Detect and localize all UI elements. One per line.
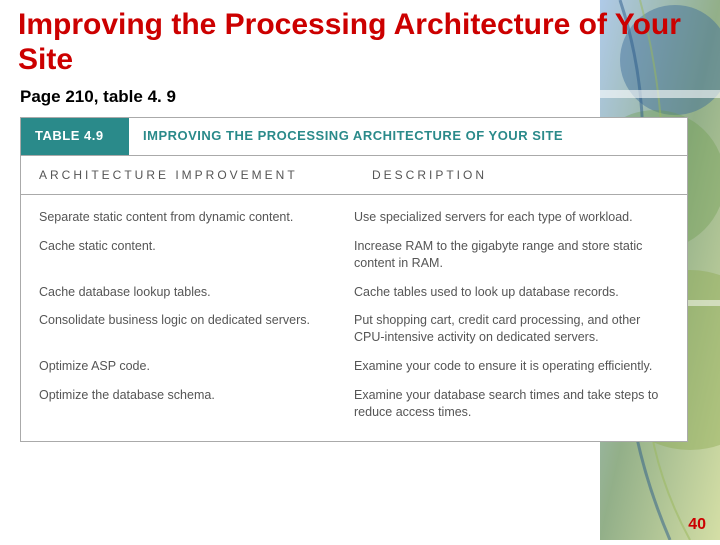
- cell-description: Examine your database search times and t…: [354, 387, 669, 421]
- table-row: Cache database lookup tables. Cache tabl…: [21, 278, 687, 307]
- cell-description: Cache tables used to look up database re…: [354, 284, 669, 301]
- table-row: Cache static content. Increase RAM to th…: [21, 232, 687, 278]
- table-row: Consolidate business logic on dedicated …: [21, 306, 687, 352]
- cell-description: Examine your code to ensure it is operat…: [354, 358, 669, 375]
- cell-description: Use specialized servers for each type of…: [354, 209, 669, 226]
- table-header-row: ARCHITECTURE IMPROVEMENT DESCRIPTION: [20, 155, 688, 195]
- table-body: Separate static content from dynamic con…: [20, 195, 688, 442]
- cell-improvement: Optimize the database schema.: [39, 387, 354, 421]
- slide-subtitle: Page 210, table 4. 9: [20, 87, 698, 107]
- table-title-row: TABLE 4.9 IMPROVING THE PROCESSING ARCHI…: [20, 117, 688, 155]
- column-header-description: DESCRIPTION: [354, 156, 687, 194]
- table-row: Optimize ASP code. Examine your code to …: [21, 352, 687, 381]
- cell-description: Increase RAM to the gigabyte range and s…: [354, 238, 669, 272]
- cell-improvement: Consolidate business logic on dedicated …: [39, 312, 354, 346]
- table-number-label: TABLE 4.9: [21, 118, 129, 155]
- cell-improvement: Cache database lookup tables.: [39, 284, 354, 301]
- column-header-improvement: ARCHITECTURE IMPROVEMENT: [21, 156, 354, 194]
- table-row: Separate static content from dynamic con…: [21, 203, 687, 232]
- cell-improvement: Cache static content.: [39, 238, 354, 272]
- cell-description: Put shopping cart, credit card processin…: [354, 312, 669, 346]
- table-title: IMPROVING THE PROCESSING ARCHITECTURE OF…: [129, 118, 687, 155]
- table-4-9: TABLE 4.9 IMPROVING THE PROCESSING ARCHI…: [20, 117, 688, 442]
- cell-improvement: Optimize ASP code.: [39, 358, 354, 375]
- cell-improvement: Separate static content from dynamic con…: [39, 209, 354, 226]
- slide-title: Improving the Processing Architecture of…: [18, 8, 698, 77]
- page-number: 40: [688, 516, 706, 534]
- table-row: Optimize the database schema. Examine yo…: [21, 381, 687, 427]
